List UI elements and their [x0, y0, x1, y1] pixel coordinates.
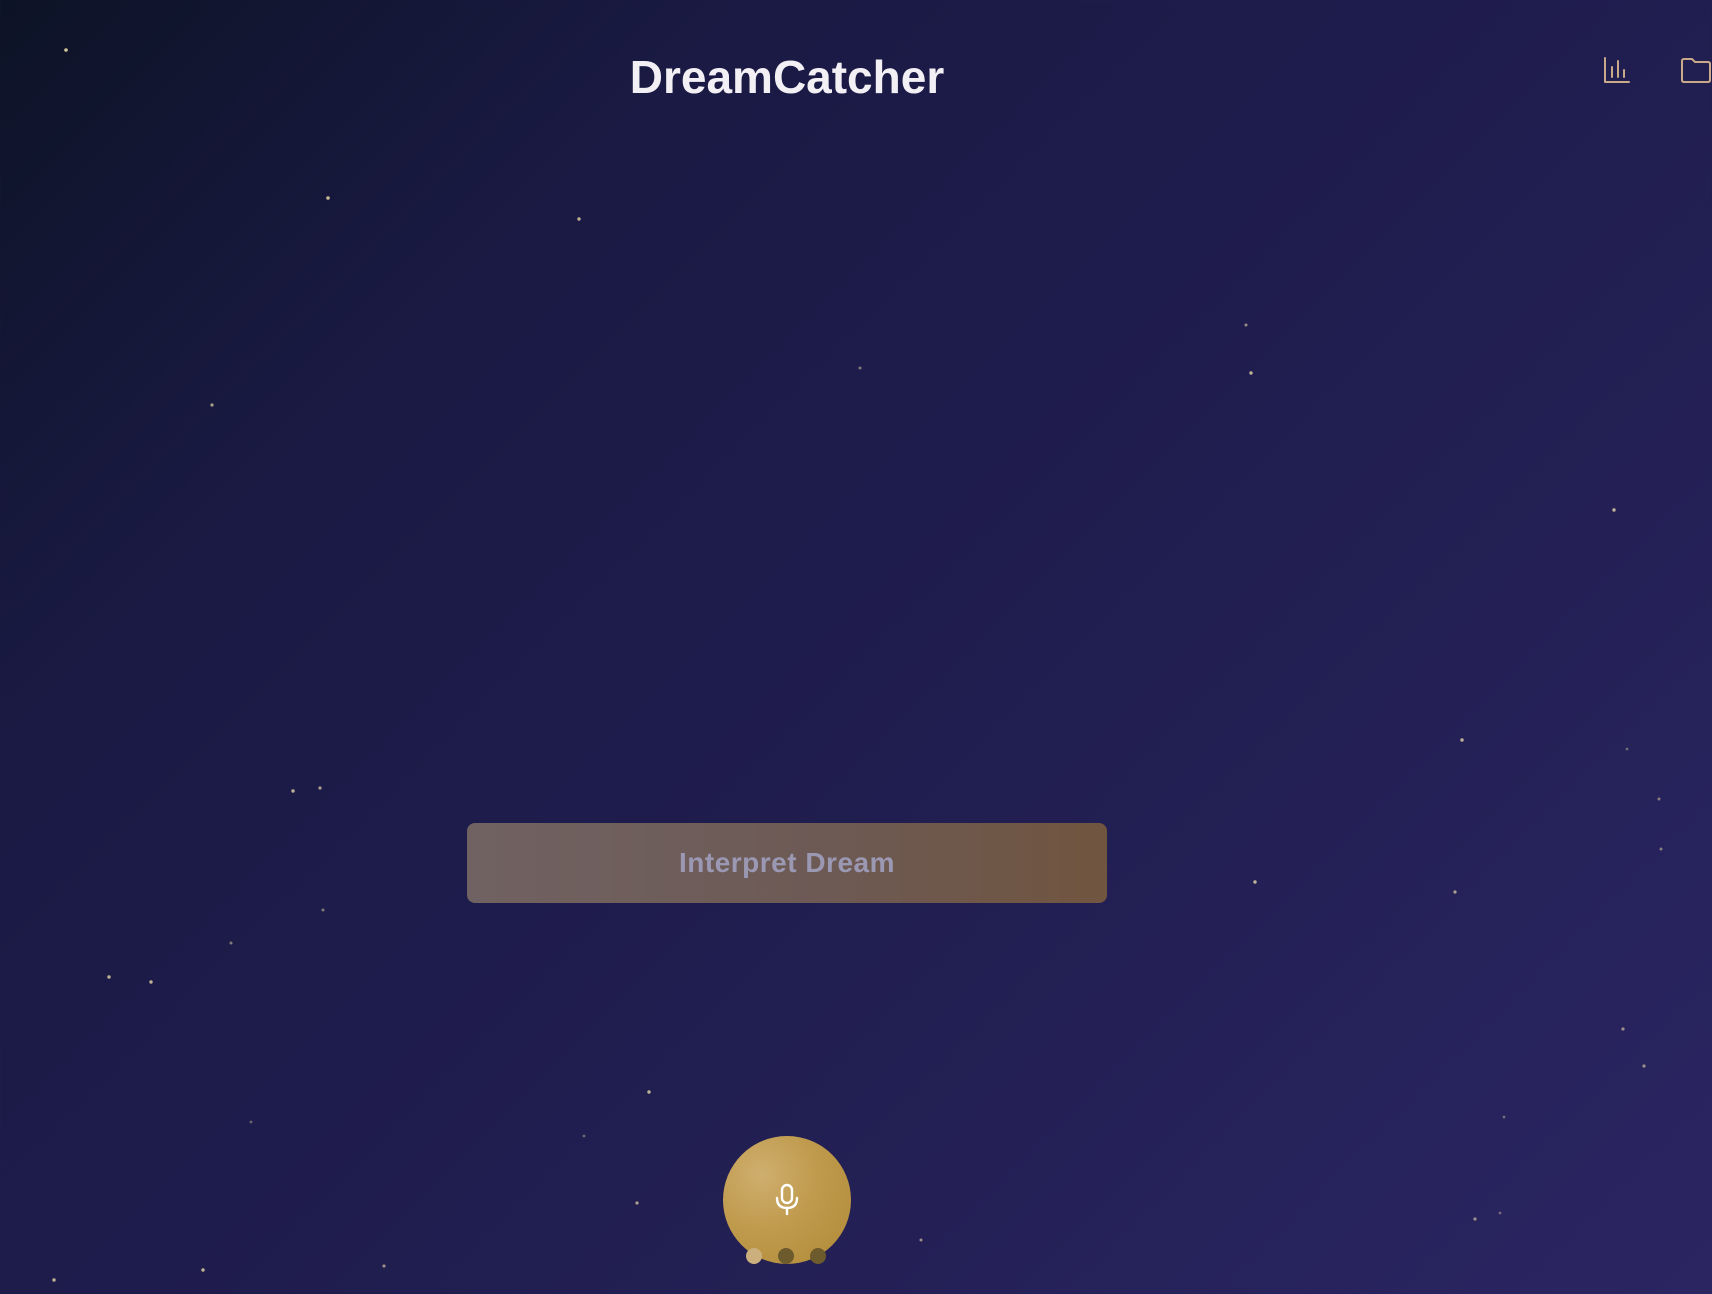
star [326, 196, 330, 200]
star [318, 786, 322, 790]
star [1244, 323, 1248, 327]
star [1498, 1211, 1502, 1215]
star [1249, 371, 1253, 375]
page-dot[interactable] [778, 1248, 794, 1264]
star [1253, 880, 1257, 884]
star [321, 908, 325, 912]
record-button[interactable] [723, 1136, 851, 1264]
star [210, 403, 214, 407]
star [1642, 1064, 1646, 1068]
star [382, 1264, 386, 1268]
starfield [52, 48, 1663, 1282]
star [249, 1120, 253, 1124]
star [149, 980, 153, 984]
bar-chart-icon [1604, 57, 1630, 83]
star [582, 1134, 586, 1138]
star [577, 217, 581, 221]
star [291, 789, 295, 793]
stats-button[interactable] [1597, 50, 1637, 90]
star [107, 975, 111, 979]
page-dot[interactable] [810, 1248, 826, 1264]
star [1659, 847, 1663, 851]
star [1612, 508, 1616, 512]
star [1621, 1027, 1625, 1031]
star [1502, 1115, 1506, 1119]
interpret-dream-button[interactable]: Interpret Dream [467, 823, 1107, 903]
star [1460, 738, 1464, 742]
star [858, 366, 862, 370]
star [635, 1201, 639, 1205]
page-dot[interactable] [746, 1248, 762, 1264]
star [919, 1238, 923, 1242]
app-title: DreamCatcher [629, 51, 945, 103]
folder-button[interactable] [1676, 50, 1712, 90]
star [52, 1278, 56, 1282]
star [647, 1090, 651, 1094]
star [1625, 747, 1629, 751]
star [201, 1268, 205, 1272]
microphone-icon [775, 1183, 799, 1216]
page-indicator [746, 1248, 826, 1264]
star [1657, 797, 1661, 801]
star [229, 941, 233, 945]
star [1473, 1217, 1477, 1221]
star [1453, 890, 1457, 894]
folder-icon [1681, 58, 1711, 83]
